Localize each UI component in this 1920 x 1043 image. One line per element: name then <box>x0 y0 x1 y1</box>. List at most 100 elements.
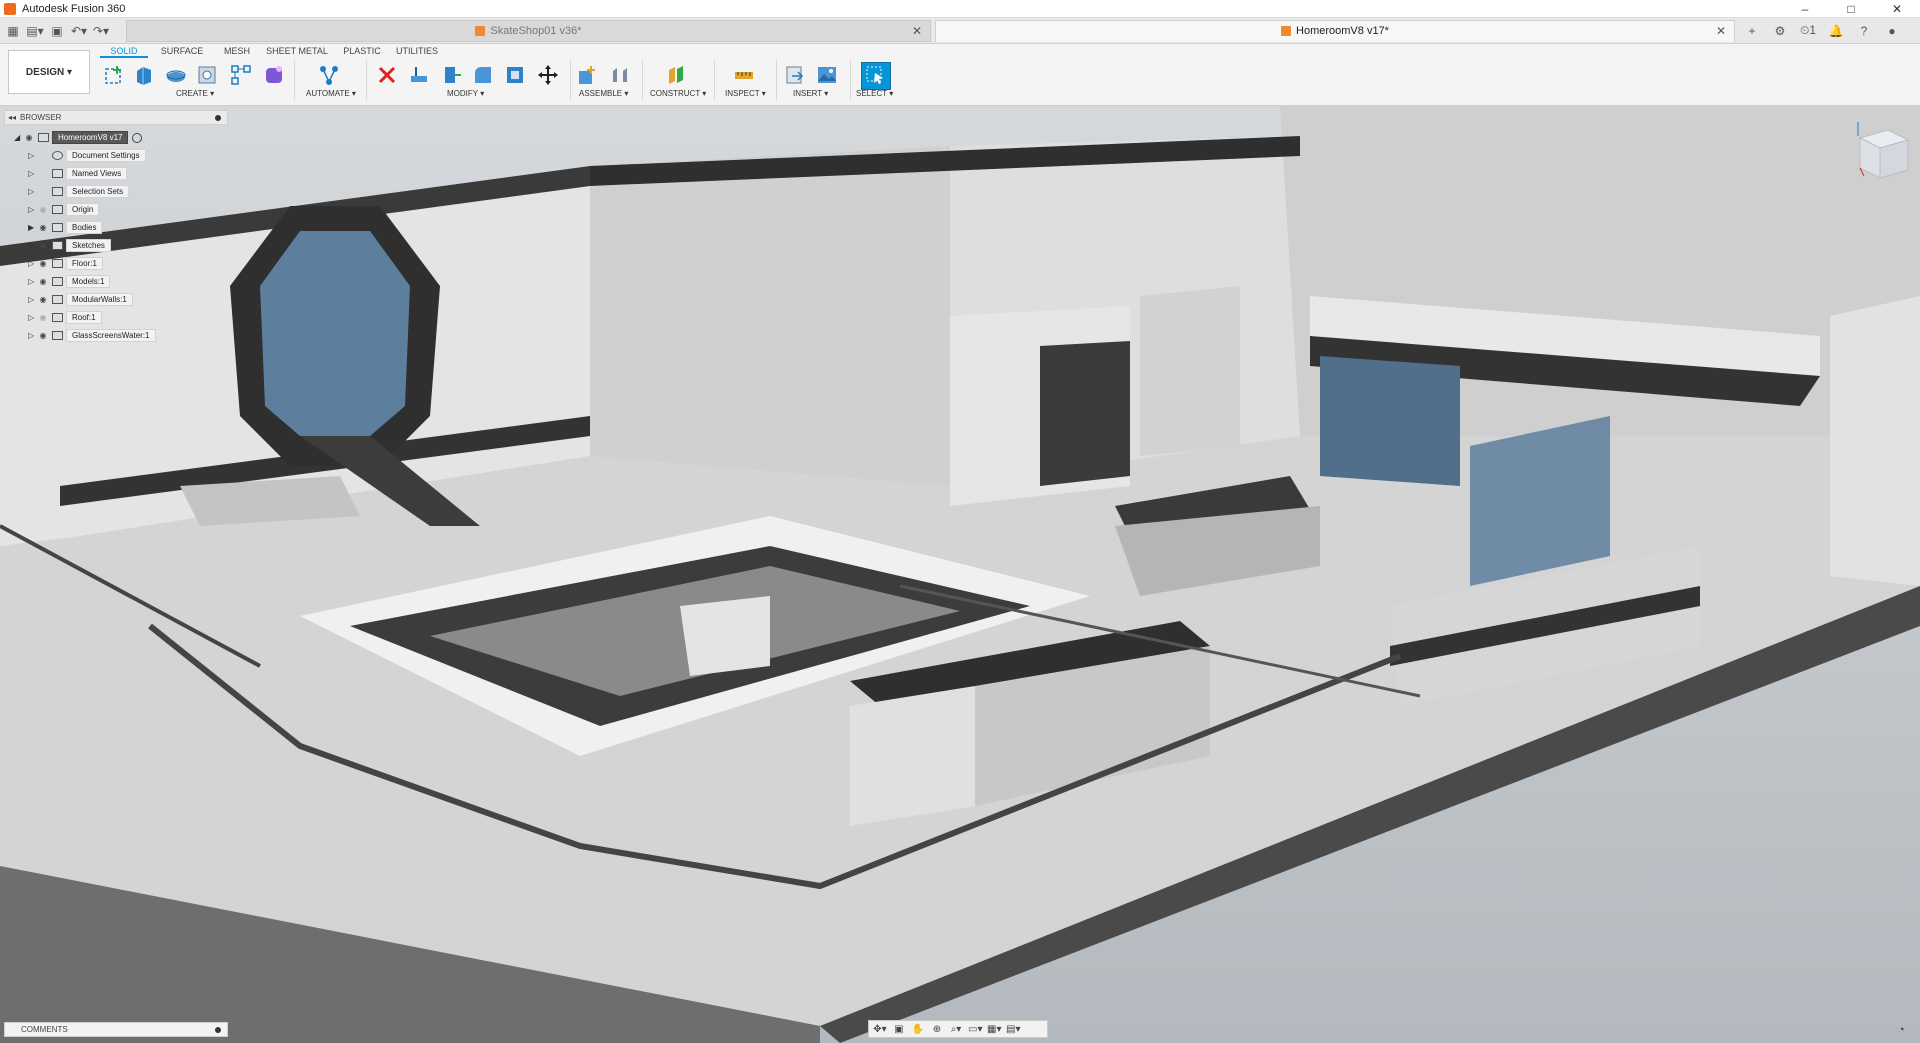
activate-target-icon[interactable] <box>132 132 143 143</box>
new-component-icon[interactable] <box>574 62 600 88</box>
view-cube[interactable] <box>1846 120 1916 190</box>
hole-icon[interactable] <box>194 62 220 88</box>
visibility-eye-icon[interactable]: ◉ <box>23 133 35 142</box>
expand-icon[interactable]: ▷ <box>28 205 37 214</box>
tab-homeroom[interactable]: HomeroomV8 v17* ✕ <box>935 19 1735 42</box>
inspect-menu[interactable]: INSPECT ▾ <box>725 89 766 98</box>
browser-item-selection-sets[interactable]: ▷ Selection Sets <box>28 185 130 198</box>
tab-mesh[interactable]: MESH <box>212 44 262 58</box>
display-settings-icon[interactable]: ▭▾ <box>968 1024 982 1035</box>
modify-menu[interactable]: MODIFY ▾ <box>447 89 484 98</box>
data-panel-grid-icon[interactable]: ▦ <box>4 22 22 40</box>
delete-icon[interactable] <box>374 62 400 88</box>
browser-item-origin[interactable]: ▷ ◉ Origin <box>28 203 100 216</box>
job-status-icon[interactable]: ⏲1 <box>1797 20 1819 42</box>
help-icon[interactable]: ◔ <box>1898 1024 1905 1036</box>
create-menu[interactable]: CREATE ▾ <box>176 89 214 98</box>
form-icon[interactable] <box>261 62 287 88</box>
insert-menu[interactable]: INSERT ▾ <box>793 89 828 98</box>
tab-plastic[interactable]: PLASTIC <box>332 44 392 58</box>
extensions-icon[interactable]: ⚙ <box>1769 20 1791 42</box>
visibility-eye-icon[interactable]: ◉ <box>37 205 49 214</box>
browser-panel-header[interactable]: ◂◂ BROWSER <box>4 110 228 125</box>
new-tab-icon[interactable]: + <box>1741 20 1763 42</box>
measure-icon[interactable] <box>731 62 757 88</box>
move-icon[interactable] <box>535 62 561 88</box>
expand-icon[interactable]: ▷ <box>28 277 37 286</box>
construct-menu[interactable]: CONSTRUCT ▾ <box>650 89 706 98</box>
expand-icon[interactable]: ▷ <box>28 169 37 178</box>
fit-icon[interactable]: ⌕▾ <box>949 1024 963 1035</box>
assemble-menu[interactable]: ASSEMBLE ▾ <box>579 89 628 98</box>
minimize-button[interactable]: – <box>1782 0 1828 18</box>
browser-item-document-settings[interactable]: ▷ Document Settings <box>28 149 146 162</box>
expand-icon[interactable]: ▷ <box>28 295 37 304</box>
select-menu[interactable]: SELECT ▾ <box>856 89 893 98</box>
fillet-icon[interactable] <box>470 62 496 88</box>
expand-icon[interactable]: ▷ <box>28 241 37 250</box>
notifications-icon[interactable]: 🔔 <box>1825 20 1847 42</box>
visibility-eye-icon[interactable]: ◉ <box>37 277 49 286</box>
grid-icon[interactable]: ▦▾ <box>987 1024 1001 1035</box>
collapse-icon[interactable]: ◂◂ <box>8 113 16 122</box>
create-sketch-icon[interactable] <box>101 62 127 88</box>
tab-skateshop[interactable]: SkateShop01 v36* ✕ <box>126 19 931 42</box>
browser-item-glass-screens-water[interactable]: ▷ ◉ GlassScreensWater:1 <box>28 329 156 342</box>
expand-icon[interactable]: ▶ <box>28 223 37 232</box>
browser-item-named-views[interactable]: ▷ Named Views <box>28 167 128 180</box>
browser-root[interactable]: ◢ ◉ HomeroomV8 v17 <box>14 131 143 144</box>
pin-icon[interactable] <box>215 114 221 121</box>
look-at-icon[interactable]: ▣ <box>892 1024 906 1035</box>
press-pull-icon[interactable] <box>406 62 432 88</box>
shell-icon[interactable] <box>502 62 528 88</box>
tab-sheet-metal[interactable]: SHEET METAL <box>262 44 332 58</box>
insert-derive-icon[interactable] <box>782 62 808 88</box>
visibility-eye-icon[interactable]: ◉ <box>37 313 49 322</box>
redo-icon[interactable]: ↷▾ <box>92 22 110 40</box>
orbit-icon[interactable]: ✥▾ <box>873 1024 887 1035</box>
workspace-switcher[interactable]: DESIGN ▾ <box>8 50 90 94</box>
expand-icon[interactable]: ▷ <box>28 151 37 160</box>
browser-item-models[interactable]: ▷ ◉ Models:1 <box>28 275 111 288</box>
visibility-eye-icon[interactable]: ◉ <box>37 295 49 304</box>
automate-menu[interactable]: AUTOMATE ▾ <box>306 89 356 98</box>
move-copy-body-icon[interactable] <box>438 62 464 88</box>
close-tab-icon[interactable]: ✕ <box>912 24 922 38</box>
close-button[interactable]: ✕ <box>1874 0 1920 18</box>
canvas-icon[interactable] <box>814 62 840 88</box>
visibility-eye-icon[interactable]: ◉ <box>37 223 49 232</box>
automate-icon[interactable] <box>316 62 342 88</box>
file-menu-icon[interactable]: ▤▾ <box>26 22 44 40</box>
select-icon[interactable] <box>861 62 891 90</box>
save-icon[interactable]: ▣ <box>48 22 66 40</box>
offset-plane-icon[interactable] <box>663 62 689 88</box>
undo-icon[interactable]: ↶▾ <box>70 22 88 40</box>
expand-icon[interactable]: ▷ <box>28 313 37 322</box>
tab-solid[interactable]: SOLID <box>100 44 148 58</box>
joint-icon[interactable] <box>607 62 633 88</box>
expand-icon[interactable]: ▷ <box>28 187 37 196</box>
expand-icon[interactable]: ▷ <box>28 331 37 340</box>
viewports-icon[interactable]: ▤▾ <box>1006 1024 1020 1035</box>
visibility-eye-icon[interactable]: ◉ <box>37 241 49 250</box>
close-tab-icon[interactable]: ✕ <box>1716 24 1726 38</box>
profile-icon[interactable]: ● <box>1881 20 1903 42</box>
comments-panel[interactable]: COMMENTS <box>4 1022 228 1037</box>
browser-item-bodies[interactable]: ▶ ◉ Bodies <box>28 221 103 234</box>
browser-item-sketches[interactable]: ▷ ◉ Sketches <box>28 239 111 252</box>
extrude-icon[interactable] <box>131 62 157 88</box>
browser-item-modular-walls[interactable]: ▷ ◉ ModularWalls:1 <box>28 293 133 306</box>
expand-icon[interactable]: ◢ <box>14 133 23 142</box>
pan-icon[interactable]: ✋ <box>911 1024 925 1035</box>
visibility-eye-icon[interactable]: ◉ <box>37 331 49 340</box>
browser-item-floor[interactable]: ▷ ◉ Floor:1 <box>28 257 103 270</box>
zoom-icon[interactable]: ⊕ <box>930 1024 944 1035</box>
tab-utilities[interactable]: UTILITIES <box>392 44 442 58</box>
pin-icon[interactable] <box>215 1026 221 1033</box>
browser-item-roof[interactable]: ▷ ◉ Roof:1 <box>28 311 102 324</box>
pattern-icon[interactable] <box>228 62 254 88</box>
revolve-icon[interactable] <box>163 62 189 88</box>
tab-surface[interactable]: SURFACE <box>152 44 212 58</box>
help-icon[interactable]: ? <box>1853 20 1875 42</box>
3d-viewport[interactable] <box>0 106 1920 1043</box>
